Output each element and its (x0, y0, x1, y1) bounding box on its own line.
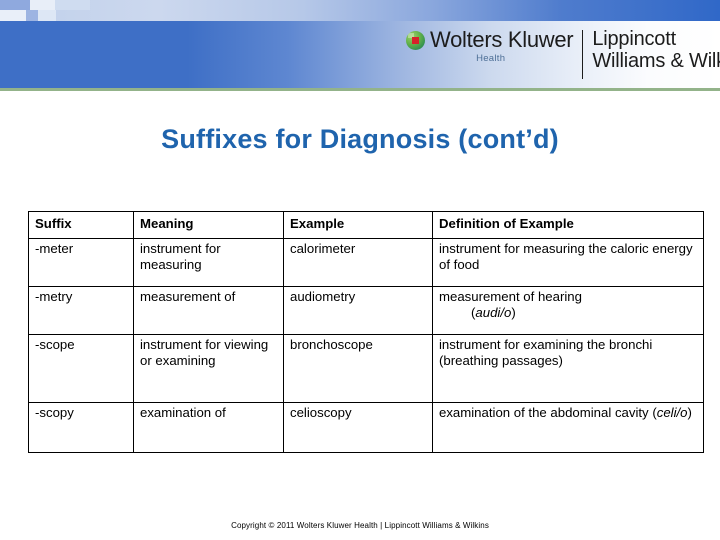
cell-meaning: instrument for viewing or examining (133, 334, 284, 403)
cell-example: audiometry (283, 286, 433, 335)
banner-green-rule (0, 88, 720, 91)
cell-example: celioscopy (283, 402, 433, 453)
definition-text: measurement of hearing (439, 289, 582, 304)
column-header-suffix: Suffix (28, 211, 134, 239)
column-header-meaning: Meaning (133, 211, 284, 239)
definition-word-root: (audi/o) (439, 305, 697, 321)
table-row: -meter instrument for measuring calorime… (28, 238, 704, 287)
cell-example: bronchoscope (283, 334, 433, 403)
brand-name-sub: Health (476, 53, 506, 64)
cell-meaning: examination of (133, 402, 284, 453)
lippincott-williams-wilkins-logo: Lippincott Williams & Wilkins (583, 28, 720, 72)
banner-decorative-squares (0, 0, 108, 21)
brand-secondary-line-1: Lippincott (592, 28, 676, 50)
cell-suffix: -metry (28, 286, 134, 335)
wolters-kluwer-wordmark-row: Wolters Kluwer (406, 27, 574, 52)
table-row: -scope instrument for viewing or examini… (28, 334, 704, 403)
cell-meaning: instrument for measuring (133, 238, 284, 287)
cell-suffix: -meter (28, 238, 134, 287)
cell-suffix: -scopy (28, 402, 134, 453)
header-banner: Wolters Kluwer Health Lippincott William… (0, 0, 720, 91)
decorative-square (55, 0, 90, 10)
footer-copyright: Copyright © 2011 Wolters Kluwer Health |… (231, 521, 489, 530)
paren-close: ) (687, 405, 692, 420)
cell-suffix: -scope (28, 334, 134, 403)
globe-red-square-icon (412, 36, 419, 44)
suffix-definitions-table: Suffix Meaning Example Definition of Exa… (28, 211, 704, 453)
column-header-definition: Definition of Example (432, 211, 704, 239)
page-title: Suffixes for Diagnosis (cont’d) (161, 124, 559, 154)
brand-secondary-line-2: Williams & Wilkins (592, 49, 720, 72)
paren-close: ) (511, 305, 516, 321)
cell-definition: examination of the abdominal cavity (cel… (432, 402, 704, 453)
cell-definition: instrument for measuring the caloric ene… (432, 238, 704, 287)
column-header-example: Example (283, 211, 433, 239)
definition-text: examination of the abdominal cavity ( (439, 405, 657, 420)
decorative-square (38, 10, 56, 21)
word-root-term: celi/o (656, 405, 688, 420)
table-header-row: Suffix Meaning Example Definition of Exa… (28, 211, 704, 239)
publisher-logo-lockup: Wolters Kluwer Health Lippincott William… (406, 28, 720, 81)
cell-meaning: measurement of (133, 286, 284, 335)
word-root-term: audi/o (475, 305, 512, 321)
table-row: -metry measurement of audiometry measure… (28, 286, 704, 335)
table-row: -scopy examination of celioscopy examina… (28, 402, 704, 453)
cell-definition: instrument for examining the bronchi (br… (432, 334, 704, 403)
decorative-square (26, 10, 38, 21)
brand-name-primary: Wolters Kluwer (430, 27, 574, 52)
cell-definition: measurement of hearing (audi/o) (432, 286, 704, 335)
decorative-square (0, 0, 30, 10)
wolters-kluwer-globe-icon (406, 30, 425, 50)
banner-top-strip (0, 0, 720, 21)
decorative-square (0, 10, 26, 21)
cell-example: calorimeter (283, 238, 433, 287)
wolters-kluwer-logo: Wolters Kluwer Health (406, 29, 582, 64)
decorative-square (30, 0, 55, 10)
